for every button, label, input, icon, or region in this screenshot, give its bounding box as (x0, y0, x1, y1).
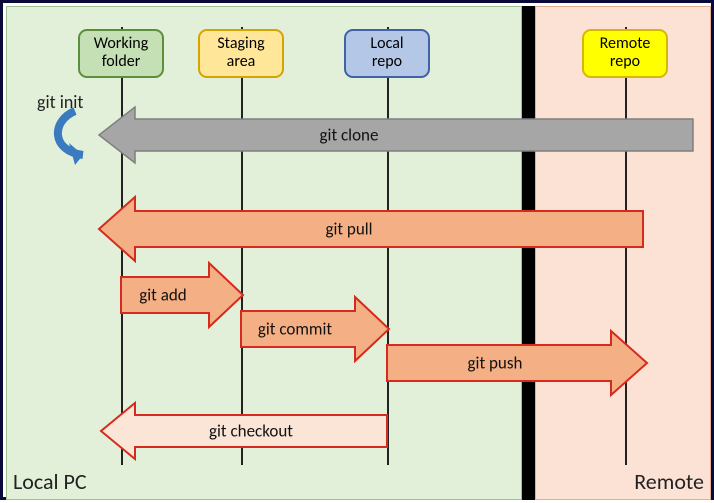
lane-working-folder (121, 27, 123, 465)
label-git-add: git add (139, 285, 186, 306)
lane-box-staging-area: Stagingarea (198, 29, 284, 78)
label-git-push: git push (468, 353, 523, 374)
lane-staging-area (241, 27, 243, 465)
lane-label: Stagingarea (217, 34, 264, 71)
lane-remote-repo (625, 27, 627, 465)
label-git-clone: git clone (320, 125, 379, 146)
git-init-label: git init (37, 91, 83, 113)
lane-box-remote-repo: Remoterepo (582, 29, 668, 78)
label-git-commit: git commit (258, 319, 332, 340)
region-remote: Remote (535, 6, 711, 500)
lane-label: Workingfolder (94, 34, 148, 71)
diagram-canvas: Local PC Remote Workingfolder Stagingare… (0, 0, 714, 500)
label-git-pull: git pull (325, 219, 372, 240)
lane-label: Remoterepo (600, 34, 651, 71)
lane-local-repo (387, 27, 389, 465)
region-local-label: Local PC (13, 468, 87, 495)
lane-box-local-repo: Localrepo (344, 29, 430, 78)
lane-box-working-folder: Workingfolder (78, 29, 164, 78)
region-remote-label: Remote (634, 468, 704, 495)
region-divider (522, 6, 535, 500)
label-git-checkout: git checkout (209, 421, 293, 442)
lane-label: Localrepo (370, 34, 403, 71)
